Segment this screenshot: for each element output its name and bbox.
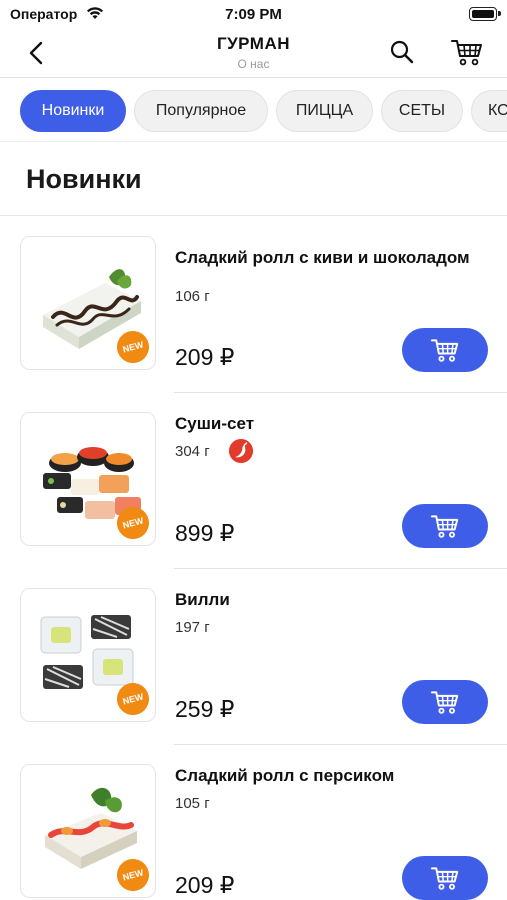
product-card[interactable]: NEW Вилли 197 г 259 ₽ — [0, 568, 507, 744]
product-card[interactable]: NEW Суши-сет 304 г 899 ₽ — [0, 392, 507, 568]
product-name: Суши-сет — [175, 414, 255, 433]
add-to-cart-button[interactable] — [402, 680, 488, 724]
product-image: NEW — [20, 764, 156, 898]
product-name: Вилли — [175, 590, 230, 609]
cart-icon — [430, 339, 459, 362]
category-tabs: Новинки Популярное ПИЦЦА СЕТЫ КО — [0, 80, 507, 142]
clock: 7:09 PM — [225, 6, 282, 23]
product-card[interactable]: NEW Сладкий ролл с персиком 105 г 209 ₽ — [0, 744, 507, 900]
tab-ko[interactable]: КО — [471, 90, 507, 132]
cart-icon — [430, 867, 459, 890]
navigation-bar: ГУРМАН О нас — [0, 28, 507, 78]
product-image: NEW — [20, 588, 156, 722]
battery-icon — [469, 7, 501, 21]
product-image: NEW — [20, 236, 156, 370]
about-link[interactable]: О нас — [0, 57, 507, 71]
row-divider — [174, 568, 507, 569]
product-price: 209 ₽ — [175, 872, 235, 898]
tab-novinki[interactable]: Новинки — [20, 90, 126, 132]
search-icon[interactable] — [388, 38, 416, 66]
row-divider — [174, 392, 507, 393]
cart-icon — [430, 515, 459, 538]
add-to-cart-button[interactable] — [402, 856, 488, 900]
add-to-cart-button[interactable] — [402, 328, 488, 372]
product-price: 259 ₽ — [175, 696, 235, 722]
product-weight: 304 г — [175, 443, 210, 460]
cart-icon — [430, 691, 459, 714]
product-weight: 197 г — [175, 619, 210, 636]
tab-pizza[interactable]: ПИЦЦА — [276, 90, 373, 132]
product-price: 209 ₽ — [175, 344, 235, 370]
product-card[interactable]: NEW Сладкий ролл с киви и шоколадом 106 … — [0, 216, 507, 392]
section-title: Новинки — [26, 164, 142, 194]
row-divider — [174, 744, 507, 745]
product-price: 899 ₽ — [175, 520, 235, 546]
restaurant-title: ГУРМАН — [216, 34, 291, 53]
product-weight: 106 г — [175, 288, 210, 305]
chili-pepper-icon — [229, 439, 253, 463]
product-name: Сладкий ролл с персиком — [175, 766, 395, 785]
product-weight: 105 г — [175, 795, 210, 812]
product-name: Сладкий ролл с киви и шоколадом — [175, 248, 470, 267]
product-image: NEW — [20, 412, 156, 546]
tab-sets[interactable]: СЕТЫ — [381, 90, 463, 132]
add-to-cart-button[interactable] — [402, 504, 488, 548]
tab-popular[interactable]: Популярное — [134, 90, 268, 132]
status-bar: Оператор 7:09 PM — [0, 0, 507, 28]
cart-icon[interactable] — [450, 36, 484, 68]
